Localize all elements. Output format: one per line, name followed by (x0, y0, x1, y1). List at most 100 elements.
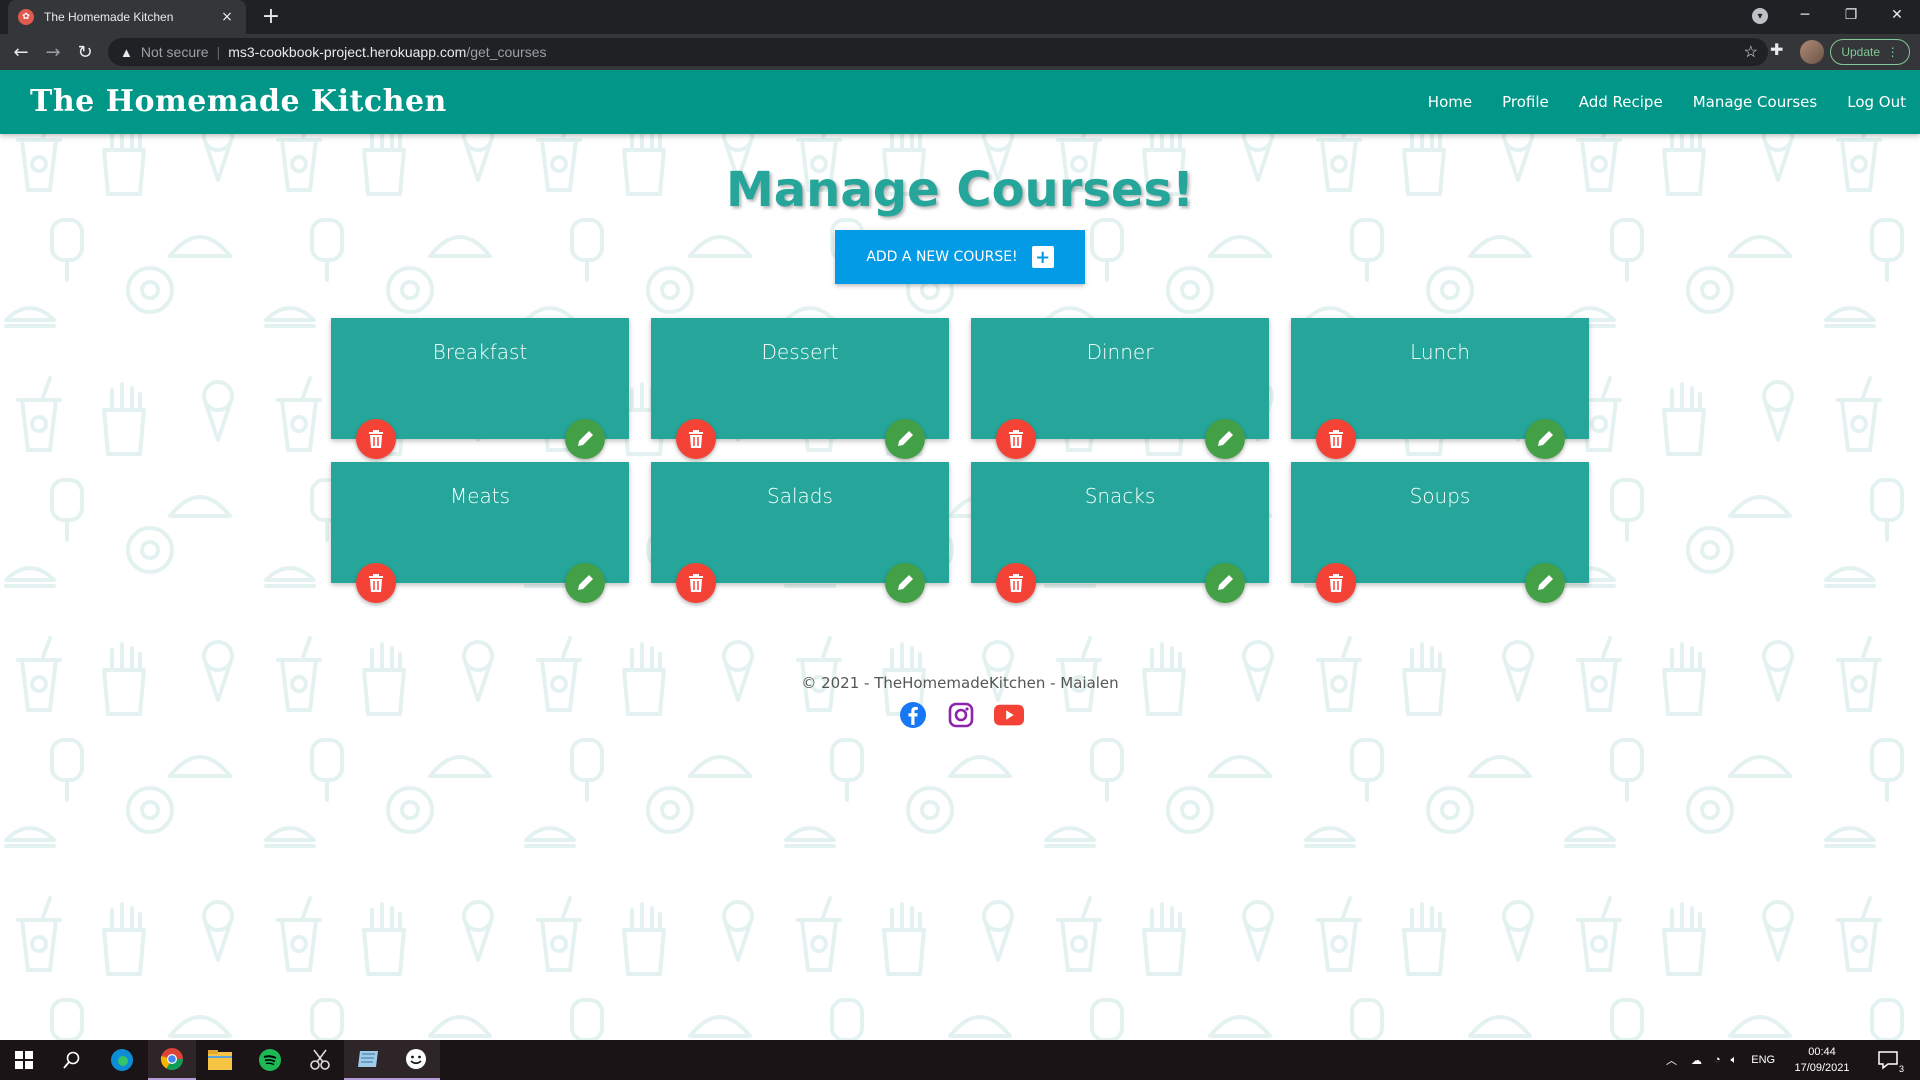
course-card: Dessert (651, 318, 949, 459)
minimize-icon[interactable]: ─ (1782, 0, 1828, 30)
trash-icon (1009, 574, 1023, 592)
browser-toolbar: ← → ↻ ▲ Not secure | ms3-cookbook-projec… (0, 34, 1920, 70)
trash-icon (1329, 574, 1343, 592)
delete-course-button[interactable] (676, 419, 716, 459)
tab-close-icon[interactable]: × (218, 9, 236, 25)
course-card: Breakfast (331, 318, 629, 459)
nav-profile[interactable]: Profile (1502, 93, 1549, 111)
course-name: Dessert (761, 340, 839, 364)
pencil-icon (898, 575, 913, 590)
url-host: ms3-cookbook-project.herokuapp.com (228, 44, 467, 60)
update-label: Update (1841, 45, 1881, 59)
notes-app-icon[interactable] (344, 1040, 392, 1080)
edit-course-button[interactable] (1205, 563, 1245, 603)
course-card: Lunch (1291, 318, 1589, 459)
nav-links: Home Profile Add Recipe Manage Courses L… (1398, 70, 1906, 134)
close-window-icon[interactable]: ✕ (1874, 0, 1920, 30)
update-button[interactable]: Update ⋮ (1830, 39, 1910, 65)
back-icon[interactable]: ← (8, 39, 34, 65)
site-navbar: The Homemade Kitchen Home Profile Add Re… (0, 70, 1920, 134)
windows-start-icon[interactable] (0, 1040, 48, 1080)
file-explorer-icon[interactable] (196, 1040, 244, 1080)
plus-icon: + (1031, 246, 1054, 268)
edit-course-button[interactable] (1205, 419, 1245, 459)
chrome-browser-icon[interactable] (148, 1040, 196, 1080)
extensions-puzzle-icon[interactable]: ✚ (1770, 40, 1783, 59)
omnibox-divider: | (216, 44, 221, 60)
facebook-icon[interactable] (898, 700, 928, 730)
wifi-icon[interactable]: ◔ (1714, 1054, 1721, 1066)
course-card: Meats (331, 462, 629, 603)
edit-course-button[interactable] (1525, 563, 1565, 603)
site-favicon-icon: ✿ (18, 9, 34, 25)
pencil-icon (1538, 575, 1553, 590)
nav-home[interactable]: Home (1428, 93, 1472, 111)
forward-icon[interactable]: → (40, 39, 66, 65)
bookmark-star-icon[interactable]: ☆ (1744, 42, 1758, 62)
volume-icon[interactable]: 🔈︎ (1731, 1054, 1738, 1067)
nav-add-recipe[interactable]: Add Recipe (1579, 93, 1663, 111)
search-icon[interactable] (48, 1040, 96, 1080)
edit-course-button[interactable] (565, 419, 605, 459)
taskbar-clock[interactable]: 00:44 17/09/2021 (1792, 1044, 1852, 1076)
delete-course-button[interactable] (996, 563, 1036, 603)
course-name: Lunch (1410, 340, 1470, 364)
course-name: Snacks (1084, 484, 1156, 508)
reload-icon[interactable]: ↻ (72, 39, 98, 65)
add-course-button[interactable]: ADD A NEW COURSE! + (835, 230, 1085, 284)
tray-chevron-up-icon[interactable]: ︿ (1666, 1052, 1677, 1068)
edit-course-button[interactable] (1525, 419, 1565, 459)
edit-course-button[interactable] (885, 563, 925, 603)
chrome-profile-menu-icon[interactable]: ▾ (1752, 8, 1768, 24)
security-status[interactable]: Not secure (141, 44, 209, 60)
site-brand-logo[interactable]: The Homemade Kitchen (30, 84, 447, 119)
delete-course-button[interactable] (356, 419, 396, 459)
course-card: Salads (651, 462, 949, 603)
delete-course-button[interactable] (996, 419, 1036, 459)
notification-center-icon[interactable]: 3 (1866, 1040, 1910, 1080)
course-name: Breakfast (432, 340, 528, 364)
edit-course-button[interactable] (885, 419, 925, 459)
system-tray: ︿ ☁ ◔ 🔈︎ ENG (1666, 1040, 1775, 1080)
edit-course-button[interactable] (565, 563, 605, 603)
browser-tab-strip: ✿ The Homemade Kitchen × + ▾ ─ ❐ ✕ (0, 0, 1920, 34)
nav-manage-courses[interactable]: Manage Courses (1693, 93, 1818, 111)
course-name: Salads (767, 484, 833, 508)
browser-tab[interactable]: ✿ The Homemade Kitchen × (8, 0, 246, 34)
delete-course-button[interactable] (356, 563, 396, 603)
delete-course-button[interactable] (1316, 563, 1356, 603)
pencil-icon (1218, 431, 1233, 446)
spotify-icon[interactable] (246, 1040, 294, 1080)
new-tab-button[interactable]: + (258, 4, 284, 30)
warning-icon[interactable]: ▲ (120, 45, 133, 60)
instagram-icon[interactable] (946, 700, 976, 730)
url-path: /get_courses (466, 44, 547, 60)
trash-icon (369, 574, 383, 592)
youtube-icon[interactable] (994, 700, 1024, 730)
web-page: The Homemade Kitchen Home Profile Add Re… (0, 70, 1920, 1040)
edge-browser-icon[interactable] (98, 1040, 146, 1080)
restore-icon[interactable]: ❐ (1828, 0, 1874, 30)
snipping-tool-icon[interactable] (296, 1040, 344, 1080)
smiley-app-icon[interactable] (392, 1040, 440, 1080)
delete-course-button[interactable] (1316, 419, 1356, 459)
course-card: Dinner (971, 318, 1269, 459)
windows-taskbar: ︿ ☁ ◔ 🔈︎ ENG 00:44 17/09/2021 3 (0, 1040, 1920, 1080)
notification-count: 3 (1898, 1064, 1904, 1074)
course-name: Soups (1409, 484, 1471, 508)
add-course-label: ADD A NEW COURSE! (866, 249, 1018, 265)
address-bar[interactable]: ▲ Not secure | ms3-cookbook-project.hero… (108, 38, 1768, 66)
delete-course-button[interactable] (676, 563, 716, 603)
clock-date: 17/09/2021 (1794, 1062, 1850, 1074)
language-indicator[interactable]: ENG (1751, 1054, 1775, 1066)
tab-title: The Homemade Kitchen (44, 10, 174, 24)
pencil-icon (578, 575, 593, 590)
trash-icon (689, 430, 703, 448)
profile-avatar[interactable] (1800, 40, 1824, 64)
nav-log-out[interactable]: Log Out (1847, 93, 1906, 111)
footer-copyright: © 2021 - TheHomemadeKitchen - Maialen (801, 674, 1119, 692)
trash-icon (1329, 430, 1343, 448)
course-card: Snacks (971, 462, 1269, 603)
onedrive-cloud-icon[interactable]: ☁ (1691, 1054, 1702, 1067)
pencil-icon (1538, 431, 1553, 446)
